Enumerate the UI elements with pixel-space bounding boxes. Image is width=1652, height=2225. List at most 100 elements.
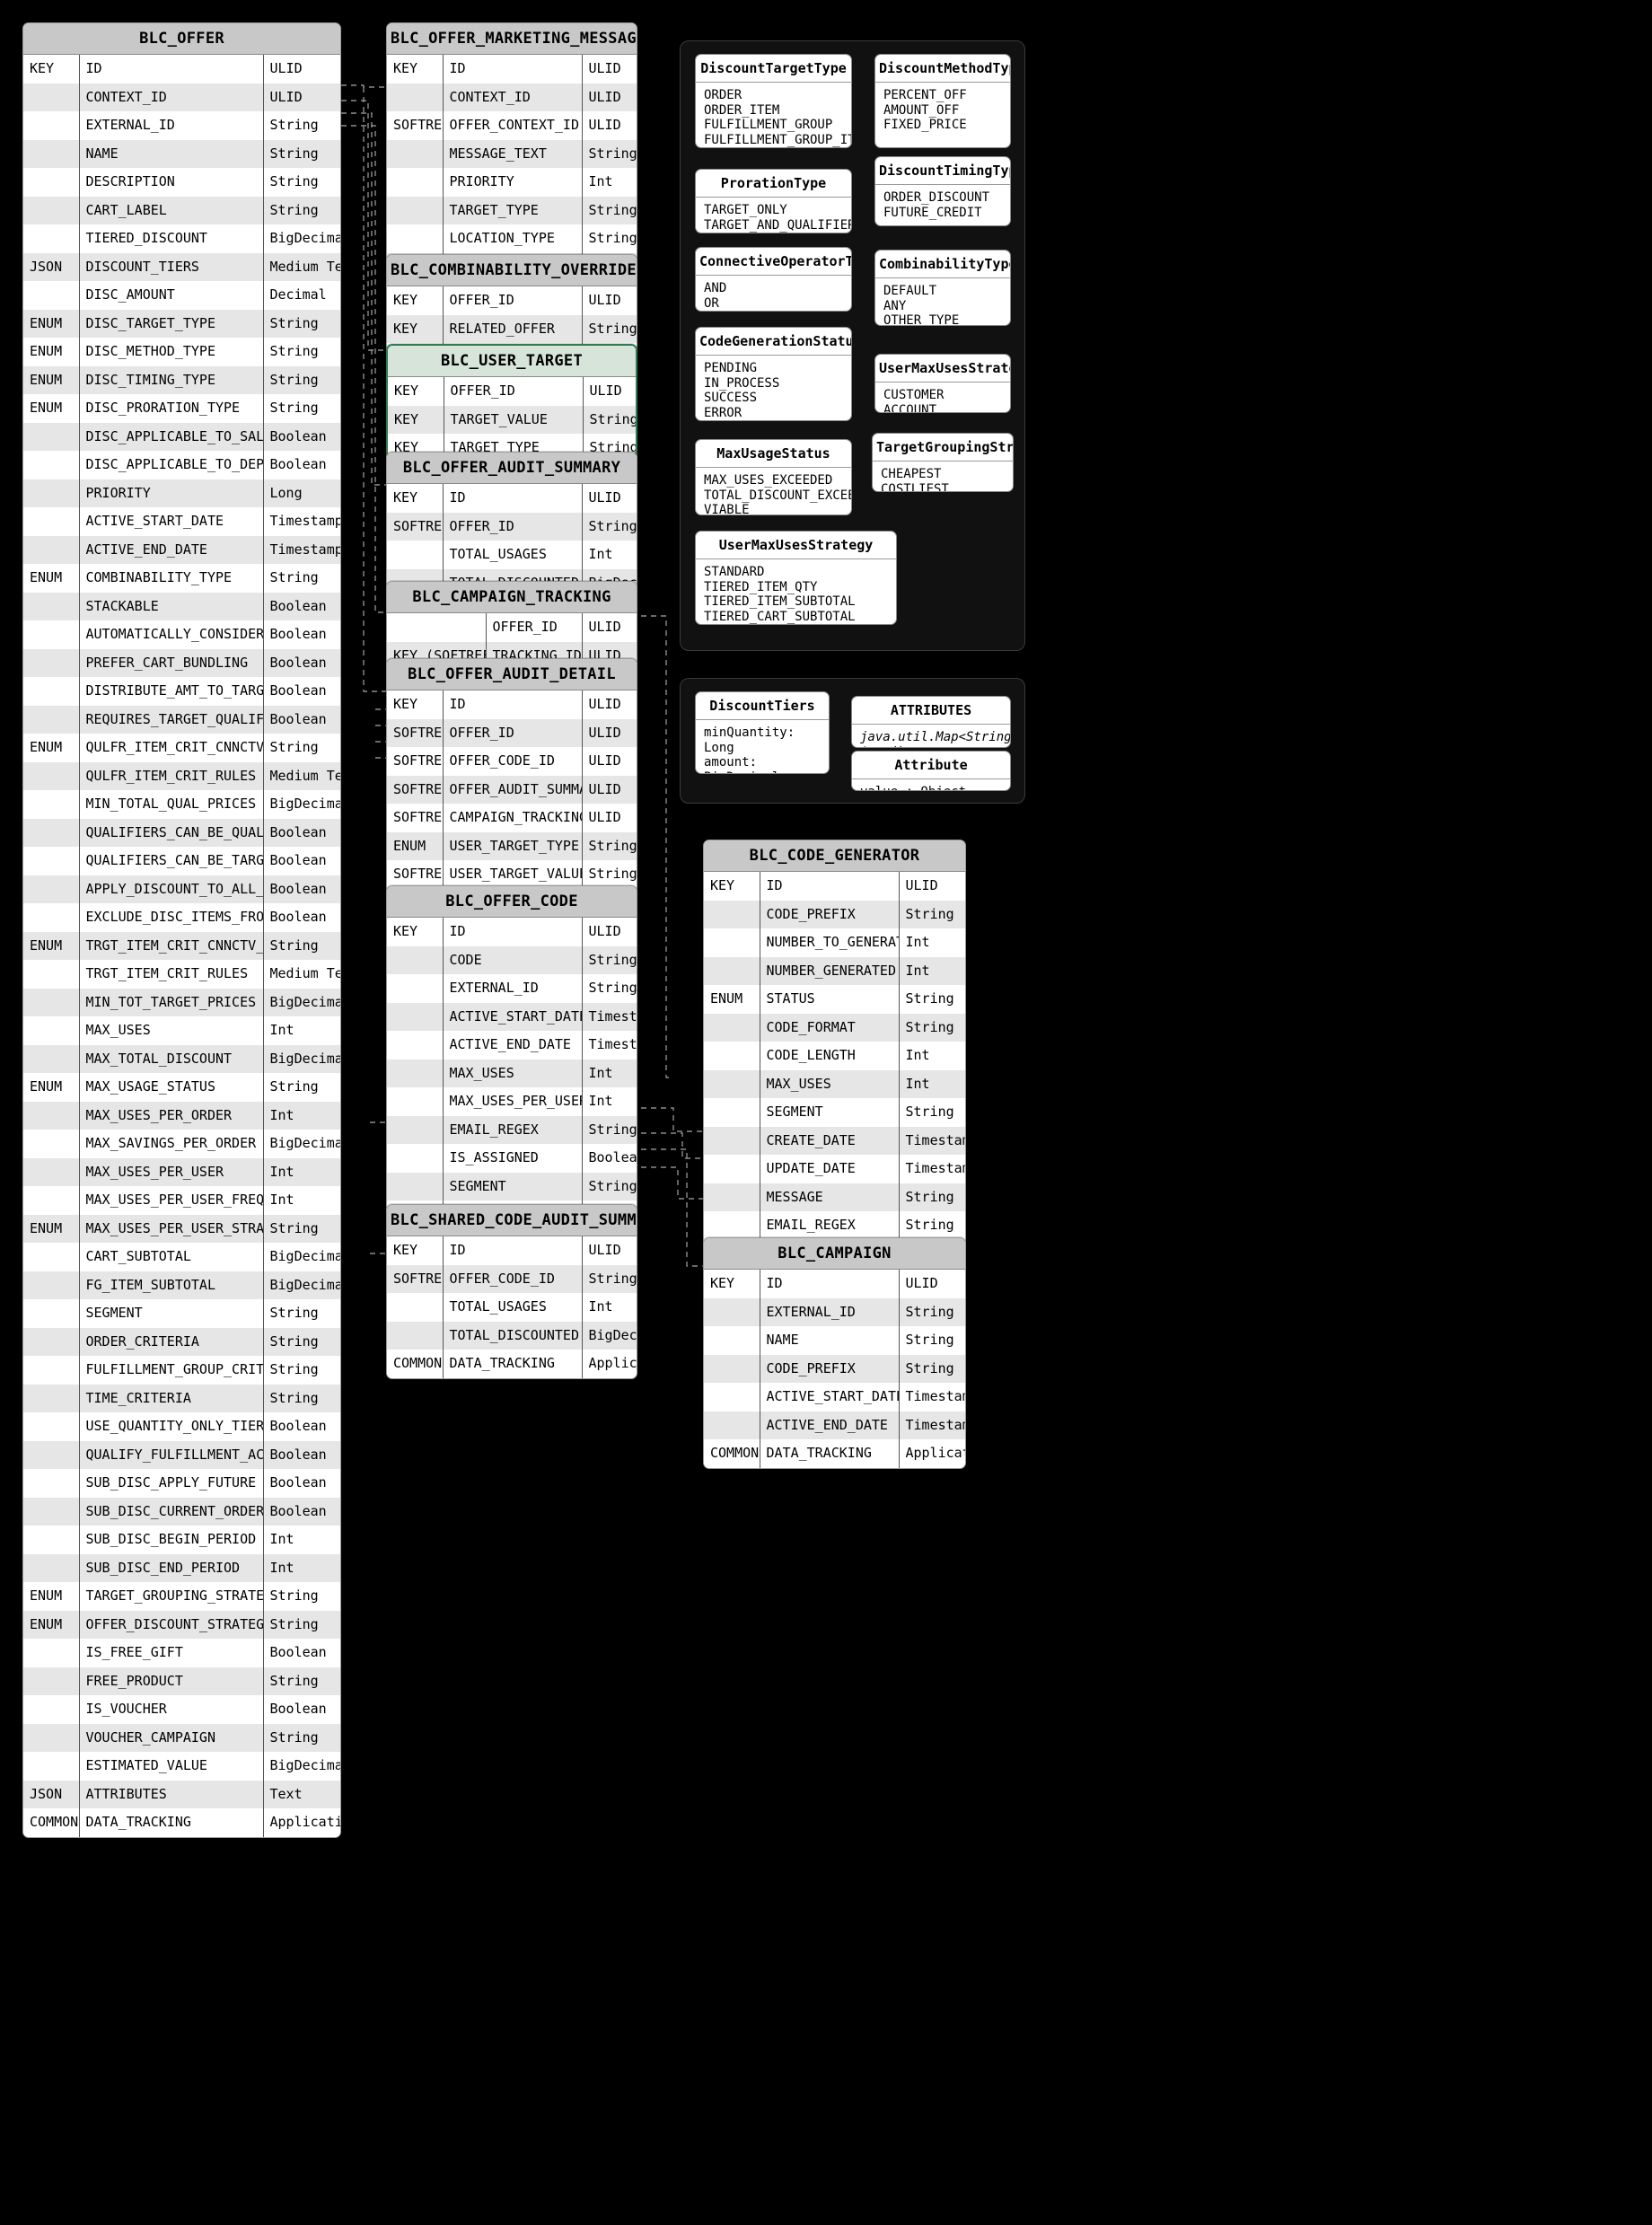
enum-box-title: UserMaxUsesStrategy [875, 355, 1010, 383]
table-row: ENUM USER_TARGET_TYPE String [387, 831, 637, 860]
table-row: MAX_USES_PER_ORDER Int [23, 1101, 340, 1130]
column-flag [23, 507, 80, 536]
enum-box-title: DiscountTiers [696, 692, 829, 720]
column-flag [387, 139, 444, 168]
column-flag: SOFTREF [387, 1264, 444, 1293]
enum-box-values: TARGET_ONLY TARGET_AND_QUALIFIER [696, 198, 851, 233]
column-type: String [588, 1270, 637, 1287]
table-row: ENUM TARGET_GROUPING_STRATEGY String [23, 1582, 340, 1611]
table-row: SEGMENT String [23, 1299, 340, 1328]
column-type: String [588, 866, 637, 883]
column-type: String [588, 517, 637, 534]
column-name: FREE_PRODUCT [79, 1667, 264, 1695]
column-name: STATUS [760, 985, 900, 1014]
column-name: IS_VOUCHER [79, 1695, 264, 1724]
column-name: TOTAL_USAGES [443, 1293, 583, 1322]
column-flag [704, 1383, 760, 1412]
column-name: EMAIL_REGEX [443, 1115, 583, 1144]
table-row: SUB_DISC_END_PERIOD Int [23, 1553, 340, 1582]
table-row: CODE_LENGTH Int [704, 1042, 965, 1070]
column-flag [23, 592, 80, 620]
column-type: String [589, 410, 637, 427]
table-row: SOFTREFUSER_TARGET_VALUE String [387, 860, 637, 889]
enum-box-target-grouping-strategy: TargetGroupingStrategyCHEAPESTCOSTLIEST [872, 433, 1014, 492]
entity-title: BLC_OFFER_MARKETING_MESSAGE [387, 23, 637, 55]
entity-blc_offer[interactable]: BLC_OFFER KEY ID ULID CONTEXT_ID ULID EXTERNAL… [22, 22, 341, 1838]
column-name: QULFR_ITEM_CRIT_RULES [79, 761, 264, 790]
entity-blc_campaign[interactable]: BLC_CAMPAIGN KEY ID ULID EXTERNAL_ID String NA… [703, 1237, 966, 1469]
column-type: String [269, 1361, 319, 1378]
table-row: ACTIVE_START_DATE Timestamp [23, 507, 340, 536]
enum-value: OTHER_TYPE [883, 313, 960, 326]
column-type: Medium Text [269, 965, 341, 982]
table-row: NUMBER_TO_GENERATE Int [704, 928, 965, 957]
column-flag: KEY [387, 314, 444, 343]
table-row: MAX_USES_PER_USER_FREQUENCY Int [23, 1186, 340, 1215]
enum-value: TARGET_ONLY [704, 203, 787, 217]
relationship-line [363, 87, 386, 692]
column-flag [704, 928, 760, 957]
table-row: MESSAGE_TEXT String [387, 139, 637, 168]
column-name: TIME_CRITERIA [79, 1384, 264, 1412]
column-type: String [905, 1018, 954, 1035]
table-row: IS_FREE_GIFT Boolean [23, 1639, 340, 1667]
column-flag [387, 224, 444, 253]
column-type: BigDecimal [269, 796, 341, 813]
column-flag: SOFTREF [387, 860, 444, 889]
table-row: KEY TARGET_VALUE String [388, 405, 637, 434]
column-name: TOTAL_USAGES [443, 541, 583, 569]
enum-value: CHEAPEST [881, 467, 942, 481]
column-type: Boolean [588, 1149, 637, 1166]
column-flag [704, 956, 760, 985]
column-name: DISC_AMOUNT [79, 281, 264, 310]
column-name: ACTIVE_END_DATE [79, 535, 264, 564]
table-row: TIME_CRITERIA String [23, 1384, 340, 1412]
table-row: CONTEXT_ID ULID [23, 83, 340, 111]
table-row: NAME String [704, 1326, 965, 1355]
column-type: Boolean [269, 1502, 327, 1519]
column-type: Int [588, 173, 613, 190]
table-row: TOTAL_USAGES Int [387, 1293, 637, 1322]
table-row: CART_LABEL String [23, 196, 340, 224]
column-flag [23, 111, 80, 140]
column-type: Int [269, 1163, 294, 1180]
column-type: ULID [269, 60, 303, 77]
column-name: QUALIFIERS_CAN_BE_TARGETS [79, 847, 264, 875]
entity-blc_campaign_tracking[interactable]: BLC_CAMPAIGN_TRACKING OFFER_ID ULID KEY (SO… [386, 581, 637, 671]
column-type: ULID [588, 117, 621, 134]
enum-box-combinability-type: CombinabilityTypeDEFAULTANYOTHER_TYPENON… [874, 250, 1011, 326]
column-type: Int [588, 1064, 613, 1081]
column-type: ULID [269, 88, 303, 105]
column-type: Boolean [269, 852, 327, 869]
enum-value: COSTLIEST [881, 481, 949, 492]
enum-box-discount-timing-type: DiscountTimingType ORDER_DISCOUNT FUTURE_C… [874, 156, 1011, 226]
column-name: MAX_USAGE_STATUS [79, 1073, 264, 1102]
column-name: QULFR_ITEM_CRIT_CNNCTV_OPRTR [79, 734, 264, 762]
column-flag [23, 677, 80, 706]
column-name: MIN_TOT_TARGET_PRICES [79, 988, 264, 1016]
column-flag [387, 1293, 444, 1322]
column-name: CONTEXT_ID [79, 83, 264, 111]
column-type: String [269, 1728, 319, 1746]
table-row: VOUCHER_CAMPAIGN String [23, 1723, 340, 1752]
enum-value: minQuantity: Long [704, 726, 795, 755]
column-flag: ENUM [23, 394, 80, 423]
entity-title: BLC_OFFER_AUDIT_SUMMARY [387, 453, 637, 484]
column-type: Text [269, 1785, 303, 1802]
column-name: ESTIMATED_VALUE [79, 1752, 264, 1781]
column-flag [23, 1639, 80, 1667]
column-type: String [269, 201, 319, 218]
column-name: EXTERNAL_ID [760, 1297, 900, 1326]
column-flag [23, 479, 80, 507]
column-name: OFFER_CODE_ID [443, 1264, 583, 1293]
column-flag [23, 1016, 80, 1045]
column-flag [704, 1183, 760, 1211]
column-name: MAX_USES_PER_USER [79, 1157, 264, 1186]
table-row: ACTIVE_END_DATE Timestamp [704, 1411, 965, 1439]
column-name: NUMBER_TO_GENERATE [760, 928, 900, 957]
column-type: String [588, 1121, 637, 1138]
entity-blc_shared_code_audit_summary[interactable]: BLC_SHARED_CODE_AUDIT_SUMMARY KEY ID ULID SO… [386, 1204, 637, 1379]
column-name: COMBINABILITY_TYPE [79, 564, 264, 593]
column-name: ID [443, 690, 583, 719]
column-type: String [269, 937, 319, 954]
